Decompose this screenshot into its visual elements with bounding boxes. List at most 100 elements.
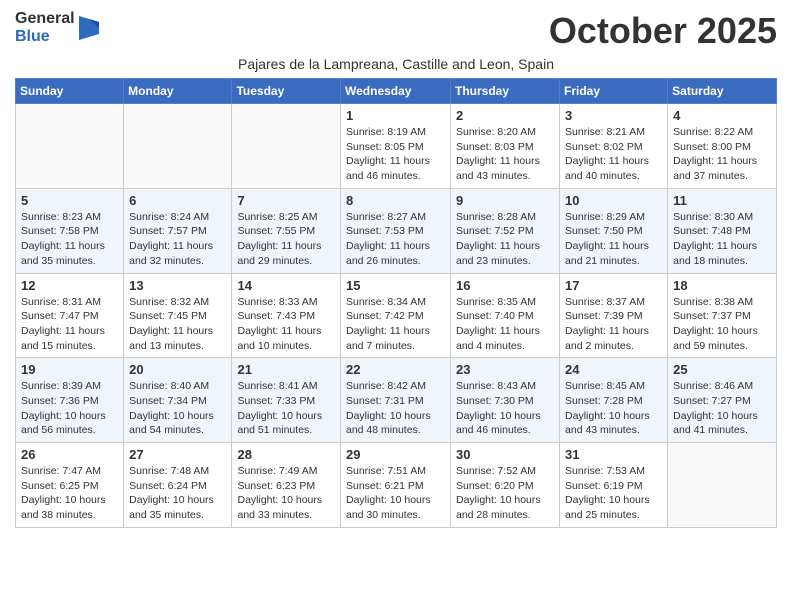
day-info: Sunrise: 8:25 AM Sunset: 7:55 PM Dayligh… <box>237 210 335 269</box>
day-info: Sunrise: 8:23 AM Sunset: 7:58 PM Dayligh… <box>21 210 118 269</box>
day-number: 7 <box>237 193 335 208</box>
logo-blue-text: Blue <box>15 28 75 46</box>
day-info: Sunrise: 8:27 AM Sunset: 7:53 PM Dayligh… <box>346 210 445 269</box>
day-number: 17 <box>565 278 662 293</box>
day-number: 24 <box>565 362 662 377</box>
day-number: 13 <box>129 278 226 293</box>
day-number: 3 <box>565 108 662 123</box>
day-number: 8 <box>346 193 445 208</box>
calendar-cell <box>668 443 777 528</box>
day-info: Sunrise: 8:34 AM Sunset: 7:42 PM Dayligh… <box>346 295 445 354</box>
day-number: 26 <box>21 447 118 462</box>
day-number: 12 <box>21 278 118 293</box>
day-number: 1 <box>346 108 445 123</box>
day-info: Sunrise: 8:19 AM Sunset: 8:05 PM Dayligh… <box>346 125 445 184</box>
day-number: 2 <box>456 108 554 123</box>
weekday-header-tuesday: Tuesday <box>232 79 341 104</box>
calendar-cell: 9 Sunrise: 8:28 AM Sunset: 7:52 PM Daylig… <box>451 188 560 273</box>
day-number: 29 <box>346 447 445 462</box>
day-number: 6 <box>129 193 226 208</box>
day-info: Sunrise: 7:48 AM Sunset: 6:24 PM Dayligh… <box>129 464 226 523</box>
page-header: General Blue October 2025 <box>15 10 777 52</box>
calendar-cell: 10 Sunrise: 8:29 AM Sunset: 7:50 PM Dayli… <box>560 188 668 273</box>
calendar-cell: 11 Sunrise: 8:30 AM Sunset: 7:48 PM Dayli… <box>668 188 777 273</box>
calendar-cell: 19Sunrise: 8:39 AM Sunset: 7:36 PM Dayli… <box>16 358 124 443</box>
calendar-cell <box>124 104 232 189</box>
day-number: 28 <box>237 447 335 462</box>
calendar-cell: 8 Sunrise: 8:27 AM Sunset: 7:53 PM Daylig… <box>341 188 451 273</box>
day-number: 10 <box>565 193 662 208</box>
day-info: Sunrise: 8:24 AM Sunset: 7:57 PM Dayligh… <box>129 210 226 269</box>
calendar-cell: 22 Sunrise: 8:42 AM Sunset: 7:31 PM Dayli… <box>341 358 451 443</box>
calendar-week-5: 26 Sunrise: 7:47 AM Sunset: 6:25 PM Dayli… <box>16 443 777 528</box>
calendar-cell: 25 Sunrise: 8:46 AM Sunset: 7:27 PM Dayli… <box>668 358 777 443</box>
calendar-cell: 31Sunrise: 7:53 AM Sunset: 6:19 PM Dayli… <box>560 443 668 528</box>
day-info: Sunrise: 8:22 AM Sunset: 8:00 PM Dayligh… <box>673 125 771 184</box>
location-subtitle: Pajares de la Lampreana, Castille and Le… <box>15 56 777 72</box>
calendar-cell: 23 Sunrise: 8:43 AM Sunset: 7:30 PM Dayli… <box>451 358 560 443</box>
month-title: October 2025 <box>549 10 777 52</box>
day-number: 30 <box>456 447 554 462</box>
logo: General Blue <box>15 10 99 45</box>
day-number: 27 <box>129 447 226 462</box>
day-info: Sunrise: 7:47 AM Sunset: 6:25 PM Dayligh… <box>21 464 118 523</box>
day-info: Sunrise: 8:40 AM Sunset: 7:34 PM Dayligh… <box>129 379 226 438</box>
calendar-cell: 21Sunrise: 8:41 AM Sunset: 7:33 PM Dayli… <box>232 358 341 443</box>
day-info: Sunrise: 8:32 AM Sunset: 7:45 PM Dayligh… <box>129 295 226 354</box>
weekday-header-friday: Friday <box>560 79 668 104</box>
day-number: 25 <box>673 362 771 377</box>
calendar-cell: 4 Sunrise: 8:22 AM Sunset: 8:00 PM Daylig… <box>668 104 777 189</box>
day-info: Sunrise: 8:38 AM Sunset: 7:37 PM Dayligh… <box>673 295 771 354</box>
day-number: 18 <box>673 278 771 293</box>
day-info: Sunrise: 8:20 AM Sunset: 8:03 PM Dayligh… <box>456 125 554 184</box>
day-info: Sunrise: 8:43 AM Sunset: 7:30 PM Dayligh… <box>456 379 554 438</box>
day-number: 5 <box>21 193 118 208</box>
day-info: Sunrise: 8:29 AM Sunset: 7:50 PM Dayligh… <box>565 210 662 269</box>
day-info: Sunrise: 8:41 AM Sunset: 7:33 PM Dayligh… <box>237 379 335 438</box>
day-info: Sunrise: 7:52 AM Sunset: 6:20 PM Dayligh… <box>456 464 554 523</box>
day-number: 15 <box>346 278 445 293</box>
calendar-cell: 16Sunrise: 8:35 AM Sunset: 7:40 PM Dayli… <box>451 273 560 358</box>
day-info: Sunrise: 8:46 AM Sunset: 7:27 PM Dayligh… <box>673 379 771 438</box>
day-number: 9 <box>456 193 554 208</box>
calendar-cell <box>16 104 124 189</box>
day-info: Sunrise: 7:51 AM Sunset: 6:21 PM Dayligh… <box>346 464 445 523</box>
calendar-cell <box>232 104 341 189</box>
day-number: 20 <box>129 362 226 377</box>
day-number: 22 <box>346 362 445 377</box>
weekday-header-row: SundayMondayTuesdayWednesdayThursdayFrid… <box>16 79 777 104</box>
weekday-header-thursday: Thursday <box>451 79 560 104</box>
calendar-cell: 12Sunrise: 8:31 AM Sunset: 7:47 PM Dayli… <box>16 273 124 358</box>
day-number: 14 <box>237 278 335 293</box>
day-info: Sunrise: 8:21 AM Sunset: 8:02 PM Dayligh… <box>565 125 662 184</box>
weekday-header-monday: Monday <box>124 79 232 104</box>
calendar-cell: 17 Sunrise: 8:37 AM Sunset: 7:39 PM Dayli… <box>560 273 668 358</box>
calendar-week-1: 1 Sunrise: 8:19 AM Sunset: 8:05 PM Daylig… <box>16 104 777 189</box>
day-number: 11 <box>673 193 771 208</box>
day-number: 16 <box>456 278 554 293</box>
day-info: Sunrise: 8:37 AM Sunset: 7:39 PM Dayligh… <box>565 295 662 354</box>
logo-general-text: General <box>15 10 75 28</box>
calendar-cell: 28 Sunrise: 7:49 AM Sunset: 6:23 PM Dayli… <box>232 443 341 528</box>
calendar-cell: 20 Sunrise: 8:40 AM Sunset: 7:34 PM Dayli… <box>124 358 232 443</box>
calendar-cell: 24 Sunrise: 8:45 AM Sunset: 7:28 PM Dayli… <box>560 358 668 443</box>
day-info: Sunrise: 8:45 AM Sunset: 7:28 PM Dayligh… <box>565 379 662 438</box>
day-number: 23 <box>456 362 554 377</box>
day-info: Sunrise: 8:30 AM Sunset: 7:48 PM Dayligh… <box>673 210 771 269</box>
day-info: Sunrise: 7:49 AM Sunset: 6:23 PM Dayligh… <box>237 464 335 523</box>
calendar-cell: 15 Sunrise: 8:34 AM Sunset: 7:42 PM Dayli… <box>341 273 451 358</box>
day-number: 4 <box>673 108 771 123</box>
calendar-week-3: 12Sunrise: 8:31 AM Sunset: 7:47 PM Dayli… <box>16 273 777 358</box>
calendar-cell: 2 Sunrise: 8:20 AM Sunset: 8:03 PM Daylig… <box>451 104 560 189</box>
calendar-cell: 26 Sunrise: 7:47 AM Sunset: 6:25 PM Dayli… <box>16 443 124 528</box>
calendar-cell: 29 Sunrise: 7:51 AM Sunset: 6:21 PM Dayli… <box>341 443 451 528</box>
calendar-cell: 30 Sunrise: 7:52 AM Sunset: 6:20 PM Dayli… <box>451 443 560 528</box>
calendar-cell: 1 Sunrise: 8:19 AM Sunset: 8:05 PM Daylig… <box>341 104 451 189</box>
calendar-cell: 14Sunrise: 8:33 AM Sunset: 7:43 PM Dayli… <box>232 273 341 358</box>
calendar-week-4: 19Sunrise: 8:39 AM Sunset: 7:36 PM Dayli… <box>16 358 777 443</box>
calendar-cell: 18 Sunrise: 8:38 AM Sunset: 7:37 PM Dayli… <box>668 273 777 358</box>
weekday-header-saturday: Saturday <box>668 79 777 104</box>
day-info: Sunrise: 8:42 AM Sunset: 7:31 PM Dayligh… <box>346 379 445 438</box>
logo-icon <box>79 16 99 40</box>
day-info: Sunrise: 8:28 AM Sunset: 7:52 PM Dayligh… <box>456 210 554 269</box>
